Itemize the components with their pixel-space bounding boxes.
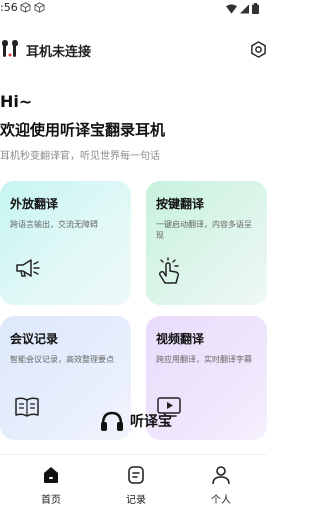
settings-hexagon-icon bbox=[251, 41, 266, 58]
home-icon bbox=[44, 467, 58, 483]
wifi-icon bbox=[226, 3, 237, 14]
status-right-icons bbox=[226, 3, 259, 14]
top-bar: 耳机未连接 bbox=[0, 34, 267, 64]
headphones-icon bbox=[101, 411, 123, 431]
greeting-text: Hi~ bbox=[0, 92, 33, 111]
card-title: 外放翻译 bbox=[10, 197, 59, 211]
card-description: 一键启动翻译，内容多语呈现 bbox=[156, 220, 252, 240]
cube-outline-icon bbox=[34, 2, 45, 13]
card-title: 按键翻译 bbox=[156, 197, 205, 211]
speaker-translate-card[interactable]: 外放翻译 跨语言输出，交流无障碍 bbox=[0, 181, 131, 305]
battery-icon bbox=[252, 3, 259, 14]
card-description: 智能会议记录，高效整理要点 bbox=[10, 355, 114, 364]
tap-hand-icon bbox=[158, 257, 179, 284]
welcome-subtitle: 耳机秒变翻译官，听见世界每一句话 bbox=[0, 151, 160, 162]
status-time: :56 bbox=[0, 1, 18, 14]
earbuds-icon bbox=[2, 40, 18, 57]
cube-icon bbox=[20, 2, 31, 13]
bottom-navigation: 首页 记录 个人 bbox=[0, 454, 267, 506]
megaphone-icon bbox=[16, 259, 40, 277]
status-left-icons bbox=[20, 2, 45, 13]
key-translate-card[interactable]: 按键翻译 一键启动翻译，内容多语呈现 bbox=[146, 181, 267, 305]
card-description: 跨语言输出，交流无障碍 bbox=[10, 220, 98, 229]
nav-tab-records[interactable]: 记录 bbox=[116, 465, 156, 506]
card-title: 会议记录 bbox=[10, 332, 59, 346]
signal-icon bbox=[240, 4, 249, 13]
nav-tab-home[interactable]: 首页 bbox=[31, 465, 71, 506]
settings-button[interactable] bbox=[250, 41, 267, 58]
person-icon bbox=[212, 466, 230, 485]
status-bar: :56 bbox=[0, 0, 267, 18]
card-title: 视频翻译 bbox=[156, 332, 205, 346]
welcome-heading: 欢迎使用听译宝翻录耳机 bbox=[0, 121, 166, 139]
brand-name: 听译宝 bbox=[130, 414, 172, 430]
records-icon bbox=[128, 466, 144, 484]
brand-watermark: 听译宝 bbox=[100, 410, 172, 432]
card-description: 跨应用翻译，实时翻译字幕 bbox=[156, 355, 252, 364]
open-book-icon bbox=[15, 397, 39, 417]
nav-tab-profile[interactable]: 个人 bbox=[201, 465, 241, 506]
connection-status-title: 耳机未连接 bbox=[26, 45, 92, 60]
